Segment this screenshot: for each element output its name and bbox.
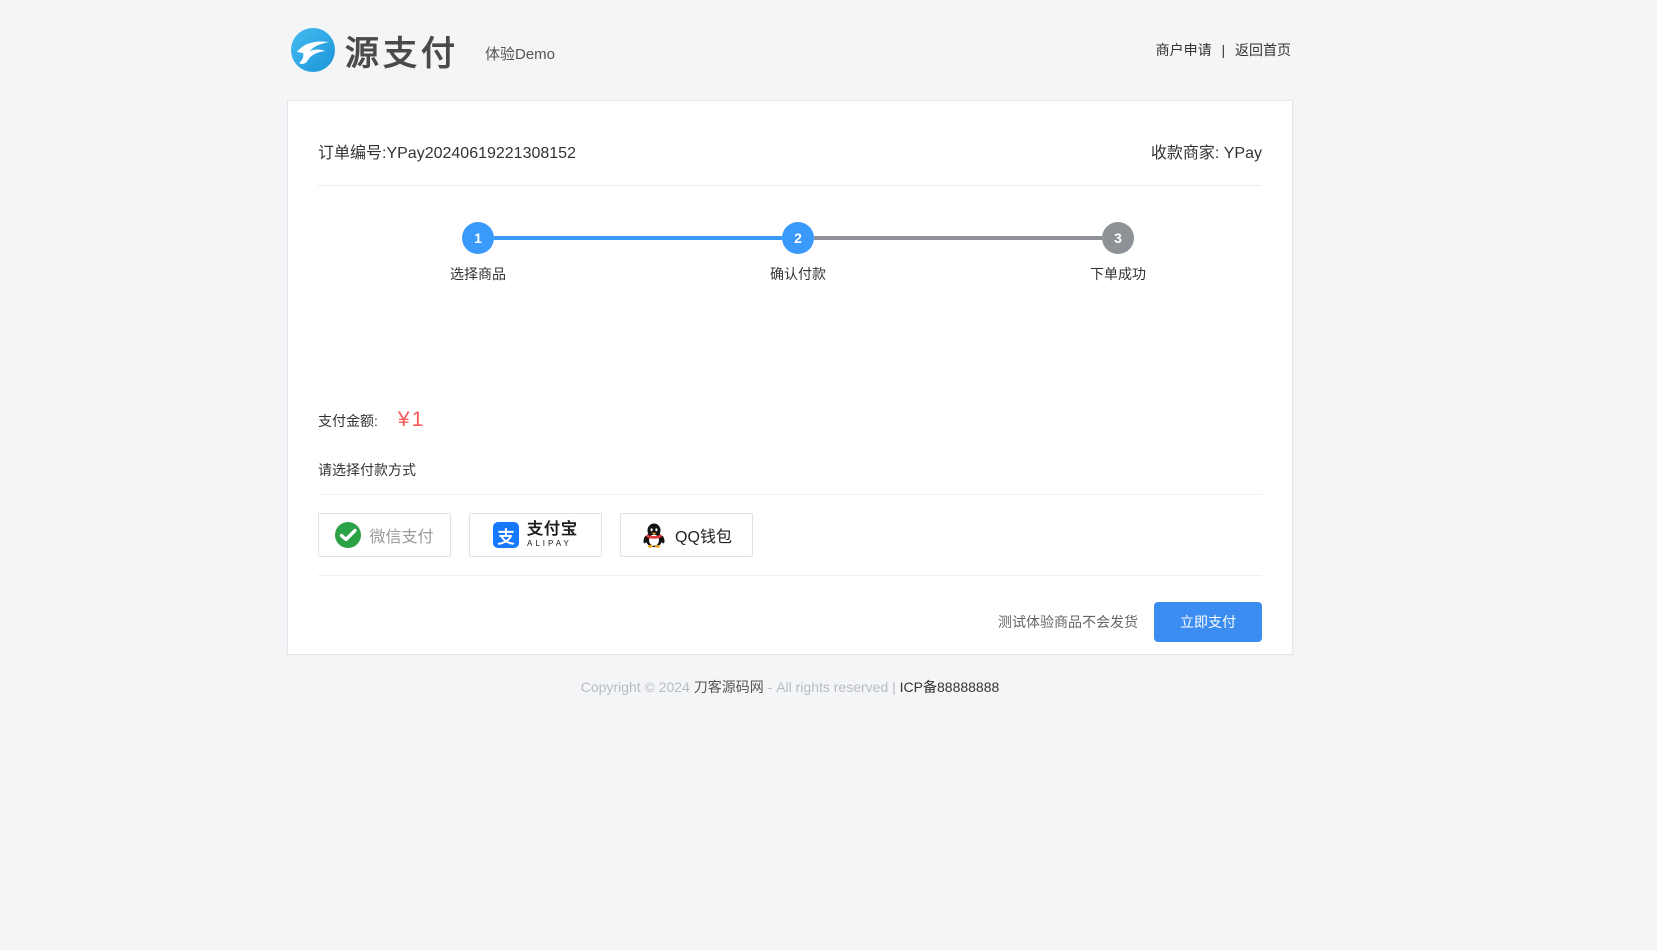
merchant-info: 收款商家: YPay <box>1151 139 1262 163</box>
amount-label: 支付金额: <box>318 411 378 431</box>
ypay-logo-icon <box>289 26 337 74</box>
checkout-row: 测试体验商品不会发货 立即支付 <box>318 602 1262 642</box>
page-container: 源支付 体验Demo 商户申请 | 返回首页 订单编号:YPay20240619… <box>287 0 1293 737</box>
method-select-label: 请选择付款方式 <box>318 460 1262 495</box>
qq-wallet-label: QQ钱包 <box>675 523 732 547</box>
wechat-pay-icon <box>335 522 361 548</box>
amount-value: ¥1 <box>398 408 425 432</box>
qq-wallet-button[interactable]: QQ钱包 <box>620 513 753 557</box>
nav-separator: | <box>1221 42 1225 58</box>
alipay-icon: 支 <box>493 522 519 548</box>
merchant-label: 收款商家: <box>1151 145 1219 162</box>
step-confirm-payment: 2 确认付款 <box>638 222 958 284</box>
alipay-sublabel: ALIPAY <box>527 540 578 548</box>
step-3-label: 下单成功 <box>1090 264 1146 284</box>
order-number: 订单编号:YPay20240619221308152 <box>318 139 576 163</box>
progress-steps: 1 选择商品 2 确认付款 3 下单成功 <box>318 222 1278 300</box>
step-order-success: 3 下单成功 <box>958 222 1278 284</box>
order-number-value: YPay20240619221308152 <box>386 145 576 162</box>
logo-wordmark: 源支付 <box>345 26 459 75</box>
step-3-circle: 3 <box>1102 222 1134 254</box>
qq-wallet-icon <box>641 522 667 548</box>
methods-divider <box>318 575 1262 576</box>
step-2-label: 确认付款 <box>770 264 826 284</box>
step-1-label: 选择商品 <box>450 264 506 284</box>
test-note: 测试体验商品不会发货 <box>998 612 1138 632</box>
merchant-apply-link[interactable]: 商户申请 <box>1156 42 1212 58</box>
demo-label: 体验Demo <box>485 43 555 64</box>
pay-now-button[interactable]: 立即支付 <box>1154 602 1262 642</box>
footer: Copyright © 2024 刀客源码网 - All rights rese… <box>287 677 1293 737</box>
back-home-link[interactable]: 返回首页 <box>1235 42 1291 58</box>
steps-row: 1 选择商品 2 确认付款 3 下单成功 <box>318 222 1278 284</box>
wechat-pay-button[interactable]: 微信支付 <box>318 513 451 557</box>
copyright-prefix: Copyright © 2024 <box>581 679 690 695</box>
alipay-wordmark: 支付宝 ALIPAY <box>527 522 578 548</box>
order-row: 订单编号:YPay20240619221308152 收款商家: YPay <box>318 139 1262 186</box>
icp-link[interactable]: ICP备88888888 <box>900 679 1000 695</box>
currency-symbol: ¥ <box>398 408 412 431</box>
step-2-circle: 2 <box>782 222 814 254</box>
step-1-circle: 1 <box>462 222 494 254</box>
wechat-pay-label: 微信支付 <box>369 523 433 547</box>
brand: 源支付 体验Demo <box>289 26 555 75</box>
alipay-label: 支付宝 <box>527 522 578 538</box>
top-nav: 商户申请 | 返回首页 <box>1156 40 1291 60</box>
payment-card: 订单编号:YPay20240619221308152 收款商家: YPay 1 … <box>287 100 1293 655</box>
step-select-product: 1 选择商品 <box>318 222 638 284</box>
header: 源支付 体验Demo 商户申请 | 返回首页 <box>287 0 1293 100</box>
order-number-label: 订单编号: <box>318 145 386 162</box>
alipay-button[interactable]: 支 支付宝 ALIPAY <box>469 513 602 557</box>
site-link[interactable]: 刀客源码网 <box>694 679 764 695</box>
merchant-name: YPay <box>1224 145 1262 162</box>
amount-number: 1 <box>412 408 426 431</box>
copyright-middle: - All rights reserved | <box>768 679 896 695</box>
amount-row: 支付金额: ¥1 <box>318 408 1262 432</box>
payment-methods: 微信支付 支 支付宝 ALIPAY <box>318 513 1262 557</box>
